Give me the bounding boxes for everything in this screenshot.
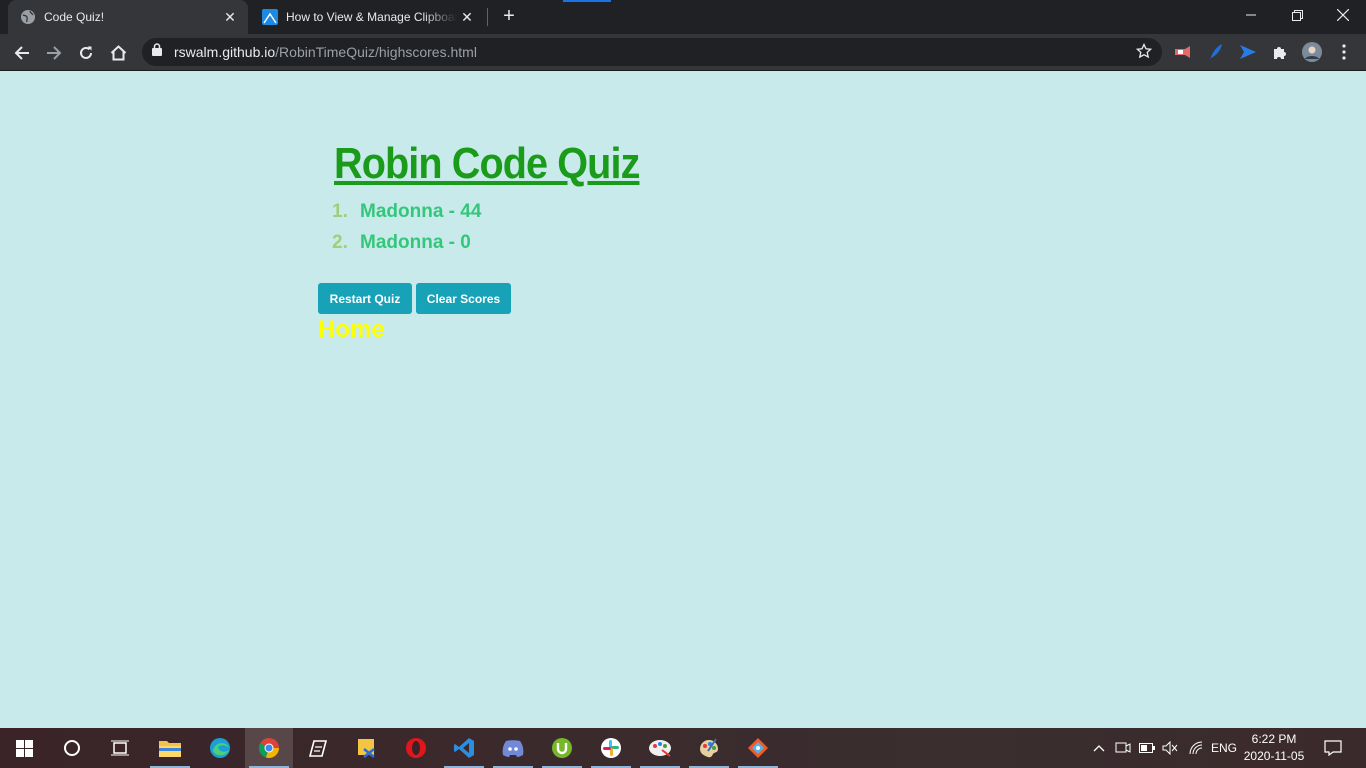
forward-button[interactable]: [40, 39, 68, 67]
url-domain: rswalm.github.io: [174, 44, 276, 60]
gitkraken-icon[interactable]: [734, 728, 782, 768]
clock-date: 2020-11-05: [1243, 749, 1305, 763]
url-text: rswalm.github.io/RobinTimeQuiz/highscore…: [174, 44, 477, 60]
minimize-button[interactable]: [1228, 0, 1274, 30]
notes-app-icon[interactable]: [294, 728, 342, 768]
task-view-icon[interactable]: [96, 728, 144, 768]
paint-3d-icon[interactable]: [636, 728, 684, 768]
show-hidden-icons-chevron-icon[interactable]: [1090, 728, 1108, 768]
windows-blue-icon: [262, 9, 278, 25]
extension-red-icon[interactable]: [1174, 42, 1194, 62]
utorrent-icon[interactable]: [538, 728, 586, 768]
system-clock[interactable]: 6:22 PM 2020-11-05: [1238, 731, 1310, 765]
tab-title: How to View & Manage Clipboard: [286, 10, 457, 24]
lock-icon[interactable]: [152, 43, 166, 61]
chrome-icon[interactable]: [245, 728, 293, 768]
score-item: 1. Madonna - 44: [332, 202, 481, 233]
paint-icon[interactable]: [685, 728, 733, 768]
start-button[interactable]: [0, 728, 48, 768]
volume-muted-icon[interactable]: [1160, 728, 1180, 768]
notifications-icon[interactable]: [1320, 728, 1346, 768]
close-tab-icon[interactable]: ✕: [457, 9, 477, 26]
page-content: Robin Code Quiz 1. Madonna - 44 2. Madonna…: [0, 71, 1366, 728]
input-language[interactable]: ENG: [1208, 728, 1240, 768]
close-tab-icon[interactable]: ✕: [220, 9, 240, 26]
bookmark-star-icon[interactable]: [1135, 42, 1153, 64]
score-item: 2. Madonna - 0: [332, 233, 481, 264]
highscores-list: 1. Madonna - 44 2. Madonna - 0: [332, 202, 481, 264]
url-path: /RobinTimeQuiz/highscores.html: [275, 44, 477, 60]
home-link[interactable]: Home: [318, 316, 385, 344]
windows-taskbar: ENG 6:22 PM 2020-11-05: [0, 728, 1366, 768]
back-button[interactable]: [8, 39, 36, 67]
address-bar[interactable]: rswalm.github.io/RobinTimeQuiz/highscore…: [142, 38, 1162, 66]
search-circle-icon[interactable]: [48, 728, 96, 768]
tab-divider: [487, 8, 488, 26]
file-explorer-icon[interactable]: [146, 728, 194, 768]
browser-toolbar: rswalm.github.io/RobinTimeQuiz/highscore…: [0, 34, 1366, 71]
score-text: Madonna - 0: [360, 232, 471, 253]
edge-icon[interactable]: [196, 728, 244, 768]
clear-scores-button[interactable]: Clear Scores: [416, 283, 511, 314]
restart-quiz-button[interactable]: Restart Quiz: [318, 283, 412, 314]
restore-button[interactable]: [1274, 0, 1320, 30]
tab-clipboard-article[interactable]: How to View & Manage Clipboard ✕: [250, 0, 485, 34]
meet-now-icon[interactable]: [1113, 728, 1133, 768]
score-rank: 2.: [332, 232, 348, 253]
chrome-menu-icon[interactable]: [1334, 42, 1354, 62]
tab-title: Code Quiz!: [44, 10, 105, 24]
tab-strip: Code Quiz! ✕ How to View & Manage Clipbo…: [0, 0, 1366, 34]
clock-time: 6:22 PM: [1251, 732, 1297, 746]
profile-avatar-icon[interactable]: [1302, 42, 1322, 62]
extension-play-icon[interactable]: [1238, 42, 1258, 62]
vscode-icon[interactable]: [440, 728, 488, 768]
discord-icon[interactable]: [489, 728, 537, 768]
new-tab-button[interactable]: +: [498, 5, 520, 27]
opera-icon[interactable]: [392, 728, 440, 768]
slack-icon[interactable]: [587, 728, 635, 768]
snip-tool-icon[interactable]: [343, 728, 391, 768]
score-rank: 1.: [332, 201, 348, 222]
tab-indicator: [563, 0, 611, 2]
reload-button[interactable]: [72, 39, 100, 67]
tab-code-quiz[interactable]: Code Quiz! ✕: [8, 0, 248, 34]
score-text: Madonna - 44: [360, 201, 482, 222]
battery-icon[interactable]: [1137, 728, 1157, 768]
wifi-icon[interactable]: [1186, 728, 1206, 768]
extension-feather-icon[interactable]: [1206, 42, 1226, 62]
page-title: Robin Code Quiz: [334, 139, 640, 188]
home-button[interactable]: [104, 39, 132, 67]
close-window-button[interactable]: [1320, 0, 1366, 30]
globe-icon: [20, 9, 36, 25]
extensions-puzzle-icon[interactable]: [1270, 42, 1290, 62]
